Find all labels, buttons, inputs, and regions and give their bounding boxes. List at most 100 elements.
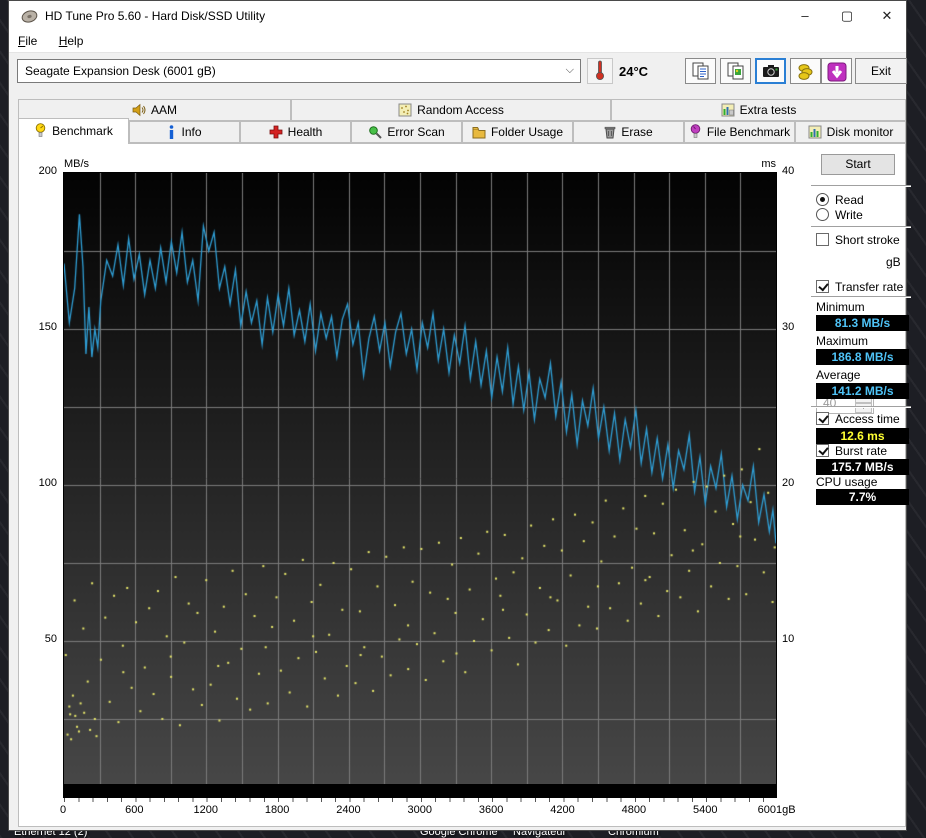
tab-label: Folder Usage xyxy=(490,125,564,139)
close-button[interactable]: ✕ xyxy=(870,1,904,31)
axis-tick-label: 10 xyxy=(782,633,795,645)
chevron-down-icon: ⌵ xyxy=(565,64,574,76)
minimum-value: 81.3 MB/s xyxy=(816,315,909,331)
temperature-button[interactable] xyxy=(587,58,613,84)
tab-label: Random Access xyxy=(417,103,504,117)
axis-tick-label: 3000 xyxy=(407,804,433,816)
separator xyxy=(811,296,911,298)
maximum-label: Maximum xyxy=(816,334,869,348)
start-button[interactable]: Start xyxy=(821,154,895,175)
transfer-rate-label: Transfer rate xyxy=(835,280,904,294)
separator xyxy=(811,406,911,408)
desktop: Ethernet 12 (2) Google Chrome Navigateur… xyxy=(0,0,926,838)
axis-tick-label: 150 xyxy=(38,321,57,333)
coins-icon xyxy=(798,64,812,80)
axis-tick-label: 30 xyxy=(782,321,795,333)
drive-select[interactable]: Seagate Expansion Desk (6001 gB) ⌵ xyxy=(17,59,581,83)
tab-label: Disk monitor xyxy=(826,125,894,139)
tab-benchmark[interactable]: Benchmark xyxy=(18,118,129,144)
y-left-axis-title: MB/s xyxy=(64,158,90,170)
burst-rate-value: 175.7 MB/s xyxy=(816,459,909,475)
separator xyxy=(811,185,911,187)
x-axis-minor-ticks xyxy=(64,798,776,802)
tab-random-access[interactable]: Random Access xyxy=(291,99,611,121)
burst-rate-label: Burst rate xyxy=(835,444,888,458)
axis-tick-label: 200 xyxy=(38,165,57,177)
tab-error-scan[interactable]: Error Scan xyxy=(351,121,462,143)
axis-tick-label: 1200 xyxy=(193,804,218,816)
short-stroke-checkbox[interactable] xyxy=(816,233,829,246)
title-bar: HD Tune Pro 5.60 - Hard Disk/SSD Utility… xyxy=(9,1,906,31)
tab-extra-tests[interactable]: Extra tests xyxy=(611,99,906,121)
axis-tick-label: 5400 xyxy=(692,804,718,816)
transfer-rate-checkbox[interactable] xyxy=(816,280,829,293)
minimum-label: Minimum xyxy=(816,300,865,314)
toolbar: Seagate Expansion Desk (6001 gB) ⌵ 24°C xyxy=(9,54,907,97)
disk-monitor-icon xyxy=(808,125,822,139)
axis-tick-label: 0 xyxy=(59,804,67,816)
axis-tick-label: 40 xyxy=(782,165,795,177)
random-access-icon xyxy=(398,103,412,117)
tab-label: Health xyxy=(287,125,323,139)
exit-button-label: Exit xyxy=(870,64,891,78)
app-window: HD Tune Pro 5.60 - Hard Disk/SSD Utility… xyxy=(8,0,911,831)
cpu-usage-value: 7.7% xyxy=(816,489,909,505)
tab-disk-monitor[interactable]: Disk monitor xyxy=(795,121,906,143)
maximize-button[interactable]: ▢ xyxy=(830,1,864,31)
menu-help[interactable]: Help xyxy=(50,31,93,51)
tab-label: Error Scan xyxy=(387,125,445,139)
trash-icon xyxy=(605,126,616,139)
folder-icon xyxy=(472,127,486,139)
axis-tick-label: 600 xyxy=(125,804,144,816)
y-right-axis-title: ms xyxy=(761,158,776,170)
benchmark-chart-canvas xyxy=(64,173,776,784)
tab-health[interactable]: Health xyxy=(240,121,351,143)
axis-tick-label: 1800 xyxy=(264,804,290,816)
tab-label: Extra tests xyxy=(739,103,797,117)
plot-area xyxy=(63,172,777,798)
axis-tick-label: 2400 xyxy=(336,804,361,816)
tab-file-benchmark[interactable]: File Benchmark xyxy=(684,121,795,143)
tab-erase[interactable]: Erase xyxy=(573,121,684,143)
drive-select-value: Seagate Expansion Desk (6001 gB) xyxy=(25,64,216,78)
extra-tests-icon xyxy=(721,103,735,117)
axis-tick-label: 50 xyxy=(44,633,57,645)
access-time-value: 12.6 ms xyxy=(816,428,909,444)
thermometer-icon xyxy=(596,60,604,80)
access-time-label: Access time xyxy=(835,412,900,426)
copy-text-icon xyxy=(692,62,708,80)
benchmark-panel: MB/s ms 200 150 100 50 40 30 20 10 0 600 1200 1800 2… xyxy=(18,143,911,827)
menu-file[interactable]: File xyxy=(9,31,46,51)
add-results-button[interactable] xyxy=(790,58,821,84)
tab-info[interactable]: Info xyxy=(129,121,240,143)
temperature-value: 24°C xyxy=(619,64,649,79)
write-radio-label: Write xyxy=(835,208,863,222)
window-title: HD Tune Pro 5.60 - Hard Disk/SSD Utility xyxy=(45,9,266,23)
exit-button[interactable]: Exit xyxy=(855,58,907,84)
info-icon xyxy=(170,125,174,139)
burst-rate-checkbox[interactable] xyxy=(816,444,829,457)
axis-tick-label: 4800 xyxy=(621,804,647,816)
short-stroke-unit: gB xyxy=(886,255,901,269)
tab-label: File Benchmark xyxy=(706,125,791,139)
screenshot-button[interactable] xyxy=(755,58,786,84)
axis-tick-label: 20 xyxy=(782,477,795,489)
maximum-value: 186.8 MB/s xyxy=(816,349,909,365)
write-radio[interactable] xyxy=(816,208,829,221)
copy-image-button[interactable] xyxy=(720,58,751,84)
tab-label: Benchmark xyxy=(52,124,113,138)
save-image-button[interactable] xyxy=(821,58,852,84)
average-label: Average xyxy=(816,368,861,382)
read-radio[interactable] xyxy=(816,193,829,206)
menu-bar: File Help xyxy=(9,31,906,53)
benchmark-icon xyxy=(35,123,46,137)
app-icon xyxy=(21,10,38,23)
axis-tick-label: 6001gB xyxy=(757,804,796,816)
minimize-button[interactable]: – xyxy=(788,1,822,31)
tab-label: AAM xyxy=(150,103,177,117)
axis-tick-label: 3600 xyxy=(478,804,504,816)
file-benchmark-icon xyxy=(690,124,701,138)
copy-text-button[interactable] xyxy=(685,58,716,84)
access-time-checkbox[interactable] xyxy=(816,412,829,425)
tab-folder-usage[interactable]: Folder Usage xyxy=(462,121,573,143)
